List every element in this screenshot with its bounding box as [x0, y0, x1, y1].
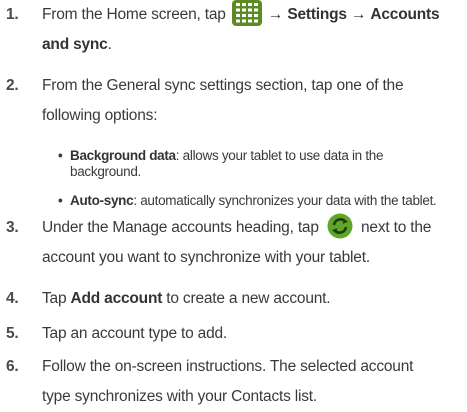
- step-text-part: to create a new account.: [166, 290, 331, 307]
- step-text-line: Tap an account type to add.: [42, 325, 228, 342]
- step-text-line: type synchronizes with your Contacts lis…: [42, 388, 318, 405]
- option-desc: : automatically synchronizes your data w…: [133, 193, 437, 208]
- step-text: From the Home screen, tap → Settings → A…: [42, 0, 462, 60]
- step-number: 3.: [6, 219, 19, 236]
- step-text-line: account you want to synchronize with you…: [42, 249, 370, 266]
- step-text: Tap Add account to create a new account.: [42, 284, 462, 314]
- sync-icon: [327, 213, 353, 239]
- step-number: 5.: [6, 325, 19, 342]
- accounts-label: Accounts: [370, 6, 440, 23]
- step-text-part: Tap: [42, 290, 67, 307]
- step-text: Tap an account type to add.: [42, 319, 462, 349]
- step-text: From the General sync settings section, …: [42, 71, 462, 131]
- step-text-part: From the Home screen, tap: [42, 6, 226, 23]
- add-account-label: Add account: [70, 290, 163, 307]
- step-text: Follow the on-screen instructions. The s…: [42, 352, 462, 412]
- step-number: 2.: [6, 77, 19, 94]
- bullet: •: [58, 193, 63, 208]
- option-title: Auto-sync: [70, 193, 134, 208]
- step-text-part: next to the: [361, 219, 432, 236]
- arrow: →: [267, 6, 284, 23]
- instruction-list: 1. From the Home screen, tap → Settings …: [0, 0, 467, 411]
- and-sync-label: and sync: [42, 36, 108, 53]
- step-text-line: Follow the on-screen instructions. The s…: [42, 358, 414, 375]
- step-number: 1.: [6, 6, 19, 23]
- punctuation: .: [107, 36, 112, 53]
- step-text: Under the Manage accounts heading, tap n…: [42, 213, 462, 273]
- apps-grid-icon: [231, 0, 262, 26]
- bullet: •: [58, 148, 63, 163]
- option-desc: : allows your tablet to use data in the: [175, 148, 384, 163]
- option-desc: background.: [70, 164, 142, 179]
- settings-label: Settings: [287, 6, 347, 23]
- step-text-line: From the General sync settings section, …: [42, 77, 404, 94]
- step-text-part: Under the Manage accounts heading, tap: [42, 219, 319, 236]
- step-text-line: following options:: [42, 107, 158, 124]
- step-number: 4.: [6, 290, 19, 307]
- option-title: Background data: [70, 148, 176, 163]
- arrow: →: [350, 6, 367, 23]
- step-number: 6.: [6, 358, 19, 375]
